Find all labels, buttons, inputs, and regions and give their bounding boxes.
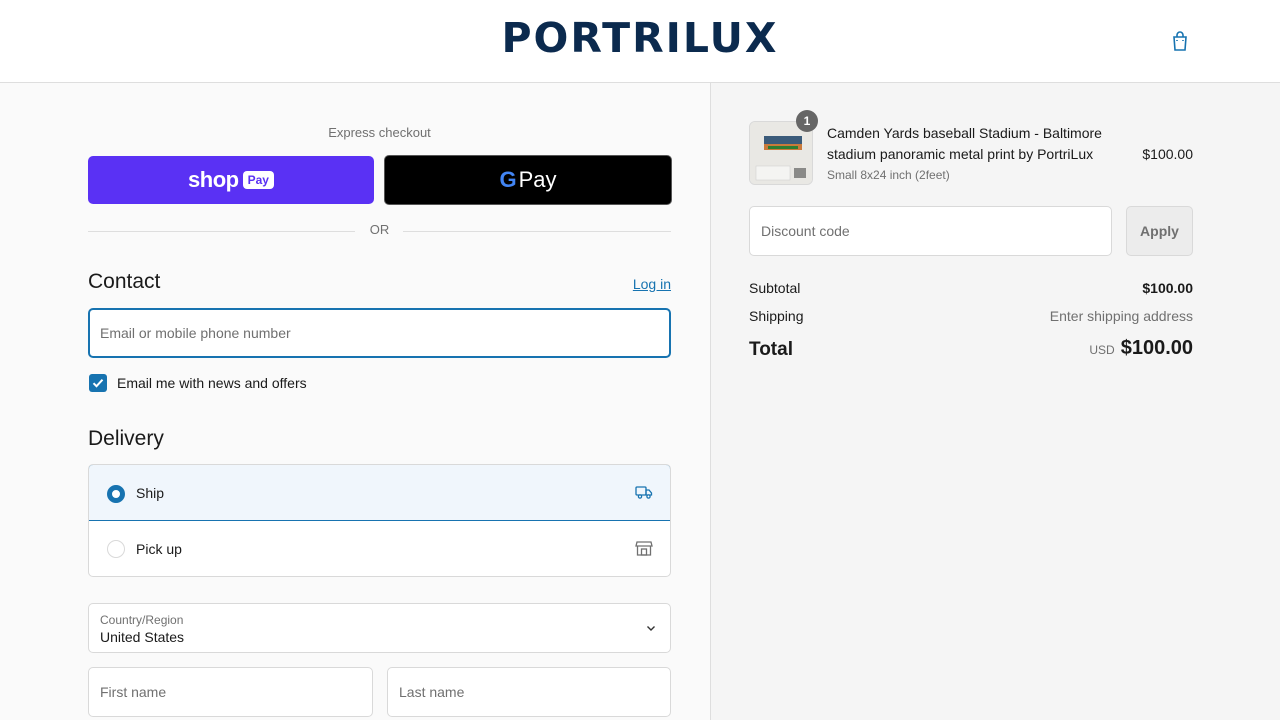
store-icon [635,541,653,556]
subtotal-value: $100.00 [1142,280,1193,296]
quantity-badge: 1 [796,110,818,132]
site-header: PORTRILUX [0,0,1280,83]
divider-line-right [403,231,671,232]
total-label: Total [749,339,793,360]
product-title: Camden Yards baseball Stadium - Baltimor… [827,125,1102,162]
delivery-method-group: Ship Pick up [88,464,671,577]
newsletter-checkbox[interactable] [89,374,107,392]
or-divider: OR [88,222,671,242]
google-pay-wordmark: Pay [518,167,557,192]
shop-pay-wordmark: shop [188,167,239,192]
shopping-bag-icon[interactable] [1168,29,1192,53]
total-amount-row: USD $100.00 [911,337,1193,360]
subtotal-label: Subtotal [749,280,801,296]
last-name-field[interactable] [387,667,671,717]
shipping-label: Shipping [749,308,804,324]
email-field[interactable] [88,308,671,358]
country-select[interactable]: Country/Region United States [88,603,671,653]
ship-label: Ship [136,485,165,501]
shop-pay-pill: Pay [242,171,274,189]
apply-discount-button[interactable]: Apply [1126,206,1193,256]
delivery-heading: Delivery [88,427,164,450]
order-summary-column: 1 Camden Yards baseball Stadium - Baltim… [710,83,1280,720]
or-text: OR [369,222,390,237]
store-logo[interactable]: PORTRILUX [0,14,1280,62]
shipping-value: Enter shipping address [1049,308,1193,324]
country-label: Country/Region [100,613,184,627]
first-name-field[interactable] [88,667,373,717]
contact-heading: Contact [88,270,161,293]
pickup-radio[interactable] [107,540,125,558]
google-g-icon: G [499,167,517,192]
checkmark-icon [92,379,104,388]
product-price: $100.00 [1142,146,1193,162]
country-value: United States [100,629,185,645]
ship-radio[interactable] [107,485,125,503]
product-variant: Small 8x24 inch (2feet) [827,168,950,182]
shop-pay-button[interactable]: shop Pay [88,156,374,204]
delivery-option-ship[interactable]: Ship [89,465,670,521]
truck-icon [635,486,653,499]
total-value: $100.00 [1120,337,1193,359]
newsletter-label: Email me with news and offers [117,375,307,391]
checkout-form-column: Express checkout shop Pay G Pay OR Conta… [0,83,710,720]
currency-code: USD [1089,343,1115,357]
pickup-label: Pick up [136,541,182,557]
express-checkout-label: Express checkout [328,125,431,140]
discount-code-field[interactable] [749,206,1112,256]
delivery-option-pickup[interactable]: Pick up [89,521,670,576]
login-link[interactable]: Log in [620,276,671,292]
google-pay-button[interactable]: G Pay [384,155,672,205]
chevron-down-icon [647,626,655,631]
